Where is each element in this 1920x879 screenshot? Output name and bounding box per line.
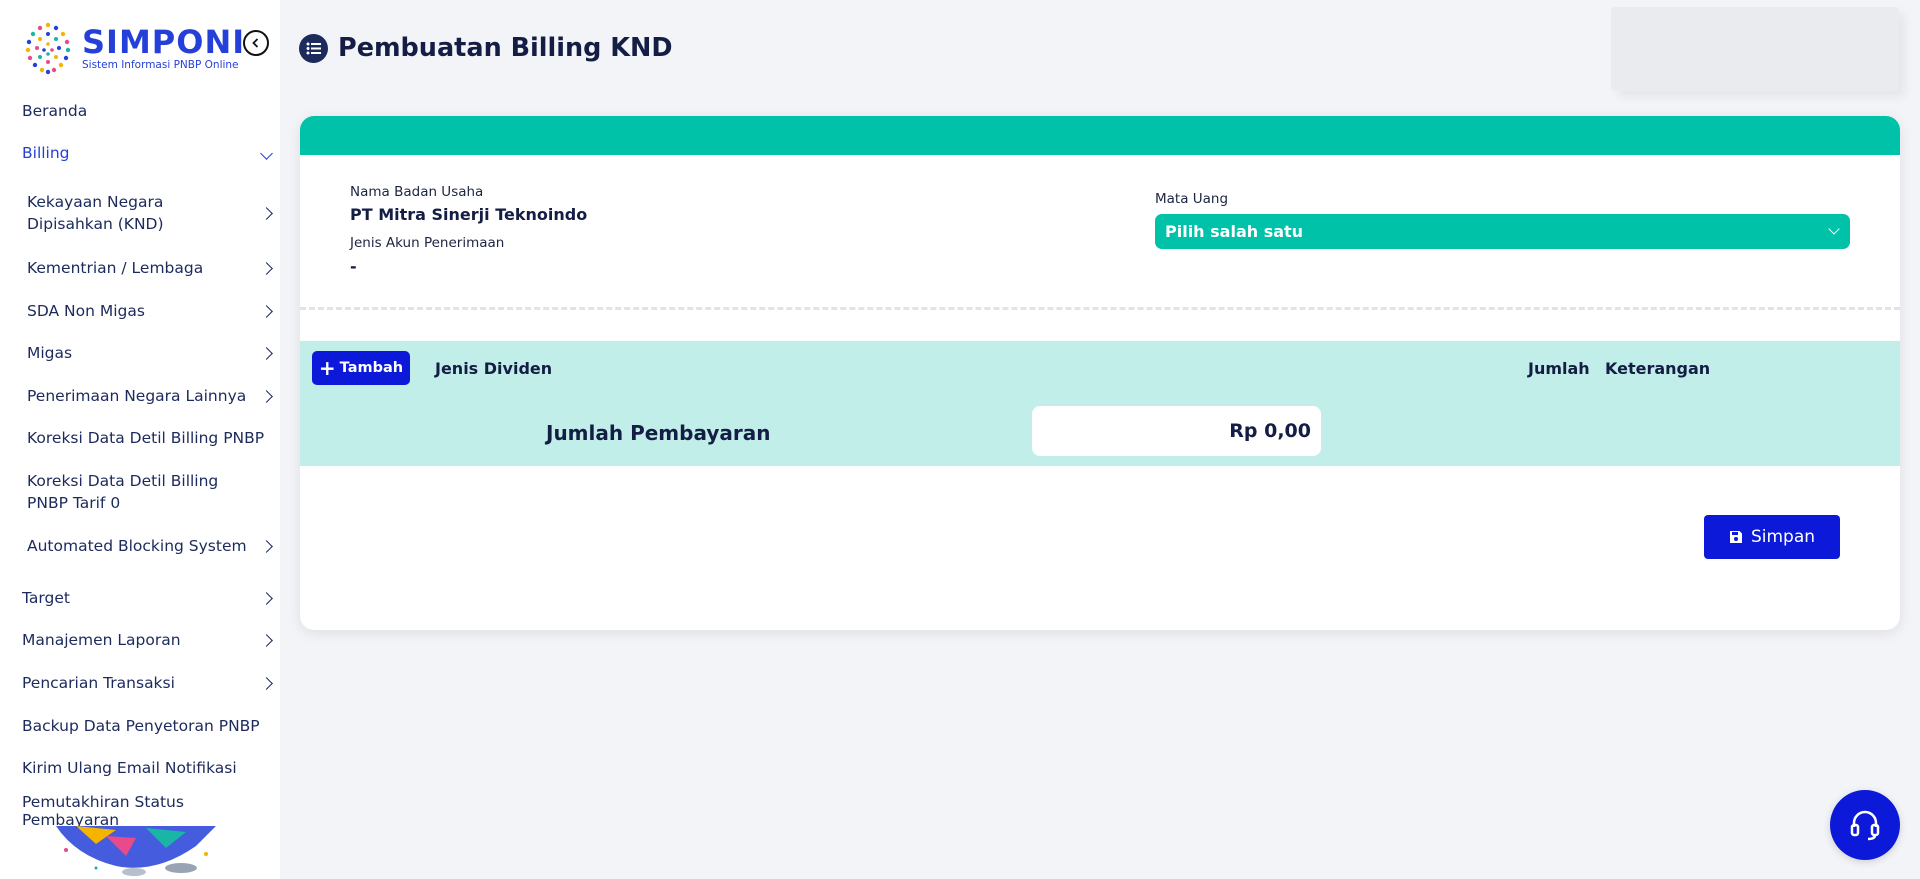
help-chat-button[interactable] xyxy=(1830,790,1900,860)
floppy-disk-icon xyxy=(1729,530,1743,544)
column-header-keterangan: Keterangan xyxy=(1605,359,1711,378)
chevron-right-icon xyxy=(260,389,273,403)
account-type-label: Jenis Akun Penerimaan xyxy=(350,235,505,251)
page-header: Pembuatan Billing KND xyxy=(299,33,673,63)
chevron-right-icon xyxy=(260,676,273,690)
section-divider xyxy=(300,307,1900,310)
add-row-button[interactable]: + Tambah xyxy=(312,351,410,385)
simponi-logo[interactable]: SIMPONI Sistem Informasi PNBP Online xyxy=(20,19,245,77)
plus-icon: + xyxy=(318,356,336,380)
sidebar-item-label: Koreksi Data Detil Billing PNBP xyxy=(27,429,265,447)
sidebar-item-label: Migas xyxy=(27,344,73,362)
company-label: Nama Badan Usaha xyxy=(350,184,484,200)
sidebar-item-label: Automated Blocking System xyxy=(27,537,247,555)
sidebar-item-label: Kirim Ulang Email Notifikasi xyxy=(22,759,237,777)
sidebar-item-penerimaan-negara-lainnya[interactable]: Penerimaan Negara Lainnya xyxy=(0,385,280,407)
sidebar-item-knd[interactable]: Kekayaan Negara Dipisahkan (KND) xyxy=(0,191,280,235)
currency-select[interactable]: Pilih salah satu xyxy=(1155,214,1850,249)
sidebar-item-automated-blocking-system[interactable]: Automated Blocking System xyxy=(0,535,280,557)
sidebar-decoration-illustration xyxy=(36,826,236,879)
sidebar-item-sda-non-migas[interactable]: SDA Non Migas xyxy=(0,300,280,322)
sidebar-item-label: Manajemen Laporan xyxy=(22,631,181,649)
chevron-left-icon xyxy=(252,38,259,48)
chevron-down-icon xyxy=(260,146,273,160)
chevron-down-icon xyxy=(1828,223,1840,235)
sidebar-item-label: Pencarian Transaksi xyxy=(22,674,175,692)
sidebar-item-label: Penerimaan Negara Lainnya xyxy=(27,387,247,405)
sidebar-item-label: Billing xyxy=(22,144,70,162)
company-value: PT Mitra Sinerji Teknoindo xyxy=(350,205,588,224)
currency-label: Mata Uang xyxy=(1155,191,1229,207)
column-header-jenis-dividen: Jenis Dividen xyxy=(435,359,553,378)
sidebar-item-label: Koreksi Data Detil Billing PNBP Tarif 0 xyxy=(27,472,219,512)
chevron-right-icon xyxy=(260,346,273,360)
sidebar-item-label: Kekayaan Negara Dipisahkan (KND) xyxy=(27,193,164,233)
sidebar-item-backup-data[interactable]: Backup Data Penyetoran PNBP xyxy=(0,715,280,737)
sidebar-item-koreksi-data[interactable]: Koreksi Data Detil Billing PNBP xyxy=(0,427,280,449)
logo-title: SIMPONI xyxy=(82,22,246,61)
chevron-right-icon xyxy=(260,633,273,647)
user-profile-box[interactable] xyxy=(1611,7,1899,91)
sidebar-item-label: Beranda xyxy=(22,102,88,120)
total-payment-label: Jumlah Pembayaran xyxy=(546,421,771,445)
account-type-value: - xyxy=(350,257,357,276)
sidebar: SIMPONI Sistem Informasi PNBP Online Ber… xyxy=(0,0,280,879)
sidebar-item-kirim-ulang-email[interactable]: Kirim Ulang Email Notifikasi xyxy=(0,757,280,779)
sidebar-item-pemutakhiran-status[interactable]: Pemutakhiran Status Pembayaran xyxy=(0,793,280,829)
chevron-right-icon xyxy=(260,591,273,605)
card-header-bar xyxy=(300,116,1900,155)
total-payment-value: Rp 0,00 xyxy=(1032,406,1321,456)
sidebar-item-migas[interactable]: Migas xyxy=(0,342,280,364)
chevron-right-icon xyxy=(260,539,273,553)
sidebar-item-koreksi-data-tarif-0[interactable]: Koreksi Data Detil Billing PNBP Tarif 0 xyxy=(0,470,280,514)
column-header-jumlah: Jumlah xyxy=(1528,359,1590,378)
save-button[interactable]: Simpan xyxy=(1704,515,1840,559)
headset-icon xyxy=(1850,810,1880,841)
sidebar-item-label: Kementrian / Lembaga xyxy=(27,259,204,277)
sidebar-item-kementrian-lembaga[interactable]: Kementrian / Lembaga xyxy=(0,257,280,279)
sidebar-item-label: Backup Data Penyetoran PNBP xyxy=(22,717,260,735)
chevron-right-icon xyxy=(260,261,273,275)
billing-form-card: Nama Badan Usaha PT Mitra Sinerji Teknoi… xyxy=(300,116,1900,630)
save-button-label: Simpan xyxy=(1750,527,1816,547)
sidebar-item-manajemen-laporan[interactable]: Manajemen Laporan xyxy=(0,629,280,651)
sidebar-item-pencarian-transaksi[interactable]: Pencarian Transaksi xyxy=(0,672,280,694)
sidebar-item-target[interactable]: Target xyxy=(0,587,280,609)
sidebar-item-label: Pemutakhiran Status Pembayaran xyxy=(22,793,184,829)
sidebar-item-label: SDA Non Migas xyxy=(27,302,145,320)
total-payment-amount: Rp 0,00 xyxy=(1229,420,1311,442)
sidebar-item-billing[interactable]: Billing xyxy=(0,142,280,164)
currency-select-value: Pilih salah satu xyxy=(1165,222,1304,241)
dividend-table: + Tambah Jenis Dividen Jumlah Keterangan… xyxy=(300,341,1900,466)
logo-mark-icon xyxy=(20,19,76,77)
sidebar-item-label: Target xyxy=(22,589,70,607)
sidebar-item-beranda[interactable]: Beranda xyxy=(0,100,280,122)
page-title: Pembuatan Billing KND xyxy=(338,33,673,63)
list-icon xyxy=(299,33,328,63)
add-row-label: Tambah xyxy=(339,360,404,376)
logo-subtitle: Sistem Informasi PNBP Online xyxy=(82,58,239,71)
sidebar-collapse-button[interactable] xyxy=(243,30,269,56)
chevron-right-icon xyxy=(260,304,273,318)
chevron-right-icon xyxy=(260,206,273,220)
